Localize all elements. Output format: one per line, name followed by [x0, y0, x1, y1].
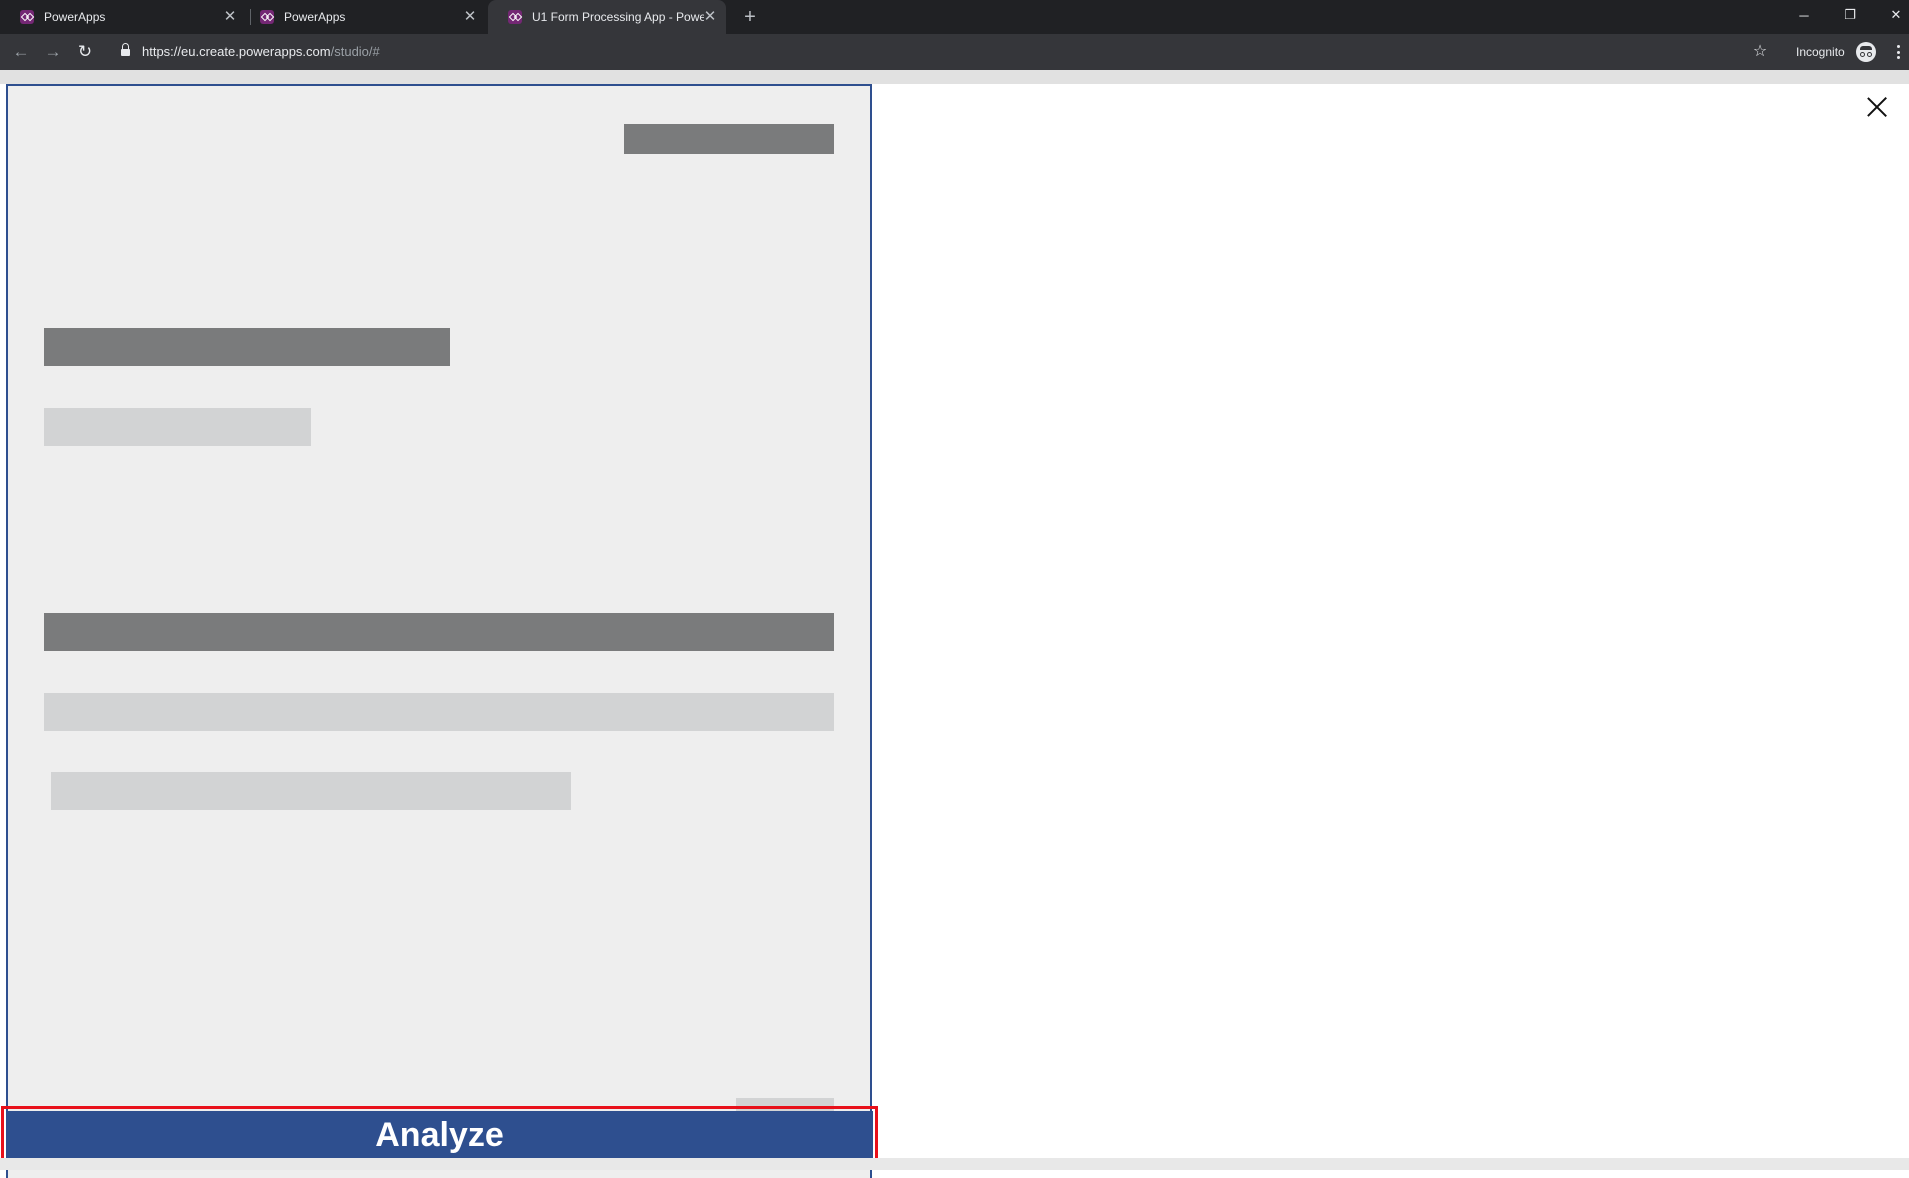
minimize-window-button[interactable]: ─ — [1784, 0, 1824, 30]
powerapps-favicon-icon — [20, 10, 34, 24]
incognito-icon[interactable] — [1856, 42, 1876, 62]
powerapps-favicon-icon — [508, 10, 522, 24]
browser-tab-1[interactable]: PowerApps ✕ — [0, 0, 240, 34]
tab-title: PowerApps — [44, 10, 106, 24]
tab-close-icon[interactable]: ✕ — [222, 9, 238, 25]
browser-tab-strip: PowerApps ✕ PowerApps ✕ U1 Form Processi… — [0, 0, 1909, 34]
tab-close-icon[interactable]: ✕ — [462, 9, 478, 25]
reload-icon[interactable]: ↻ — [74, 41, 96, 63]
app-content-area: Analyze — [0, 70, 1909, 1178]
document-placeholder-bar — [51, 772, 571, 810]
bookmark-star-icon[interactable]: ☆ — [1750, 42, 1770, 62]
incognito-label: Incognito — [1796, 45, 1845, 59]
close-window-button[interactable]: ✕ — [1876, 0, 1909, 30]
lock-icon[interactable] — [121, 43, 130, 57]
analyze-button-highlight: Analyze — [1, 1106, 878, 1164]
document-placeholder-bar — [44, 328, 450, 366]
tab-title: U1 Form Processing App - Power — [532, 10, 704, 24]
tab-title: PowerApps — [284, 10, 346, 24]
close-icon[interactable] — [1863, 93, 1891, 121]
document-placeholder-bar — [44, 693, 834, 731]
url-path: /studio/# — [330, 44, 380, 59]
document-placeholder-bar — [624, 124, 834, 154]
browser-tab-2[interactable]: PowerApps ✕ — [240, 0, 480, 34]
browser-menu-icon[interactable] — [1893, 43, 1903, 61]
address-bar[interactable]: https://eu.create.powerapps.com/studio/# — [142, 44, 380, 59]
form-preview-frame — [6, 84, 872, 1178]
document-placeholder-bar — [44, 613, 834, 651]
tab-close-icon[interactable]: ✕ — [702, 9, 718, 25]
url-base: https://eu.create.powerapps.com — [142, 44, 331, 59]
new-tab-plus-icon[interactable]: + — [738, 5, 762, 29]
forward-arrow-icon[interactable]: → — [42, 41, 64, 63]
powerapps-favicon-icon — [260, 10, 274, 24]
browser-toolbar: ← → ↻ https://eu.create.powerapps.com/st… — [0, 34, 1909, 70]
document-placeholder-bar — [44, 408, 311, 446]
canvas-top-strip — [0, 70, 1909, 84]
restore-window-button[interactable]: ❐ — [1830, 0, 1870, 30]
analyze-button[interactable]: Analyze — [6, 1111, 873, 1159]
back-arrow-icon[interactable]: ← — [10, 41, 32, 63]
browser-tab-3-active[interactable]: U1 Form Processing App - Power ✕ — [488, 0, 726, 34]
canvas-bottom-strip — [0, 1158, 1909, 1170]
